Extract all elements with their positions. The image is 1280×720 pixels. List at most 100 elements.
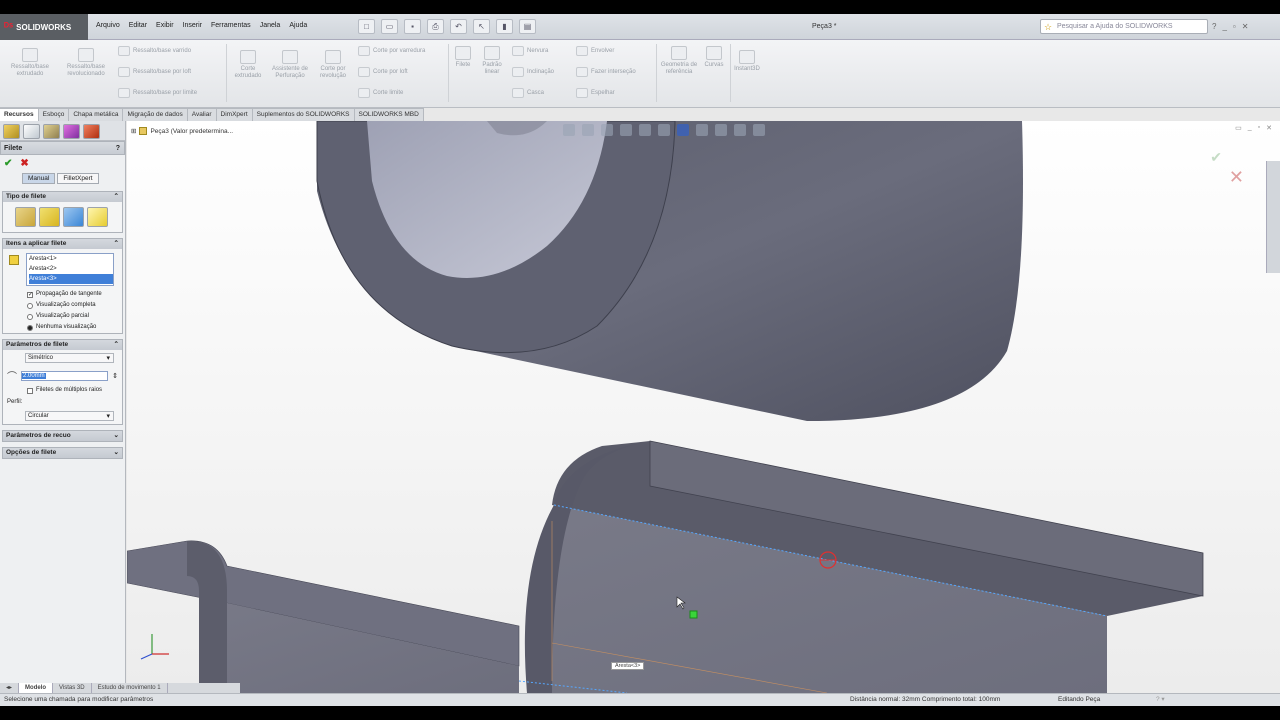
- confirm-check-icon[interactable]: ✔: [1210, 149, 1222, 166]
- checkbox-checked[interactable]: [27, 292, 33, 298]
- task-pane-tabs[interactable]: [1266, 161, 1280, 273]
- menu-ajuda[interactable]: Ajuda: [289, 22, 307, 29]
- menu-editar[interactable]: Editar: [129, 22, 147, 29]
- boundary-boss-button[interactable]: Ressalto/base por limite: [118, 88, 197, 98]
- previous-view-icon[interactable]: [601, 124, 613, 136]
- swept-cut-button[interactable]: Corte por varredura: [358, 46, 425, 56]
- ok-check-icon[interactable]: ✔: [4, 158, 12, 169]
- solidworks-logo[interactable]: ᴰˢ SOLIDWORKS: [0, 14, 88, 40]
- radius-handle[interactable]: [689, 610, 698, 619]
- help-search-input[interactable]: ☆ Pesquisar a Ajuda do SOLIDWORKS: [1040, 19, 1208, 34]
- menu-ferramentas[interactable]: Ferramentas: [211, 22, 251, 29]
- rebuild-icon[interactable]: ▮: [496, 19, 513, 34]
- tab-chapa-metalica[interactable]: Chapa metálica: [69, 108, 124, 121]
- fillet-type-header[interactable]: Tipo de filete ⌃: [3, 192, 122, 202]
- display-style-icon[interactable]: [677, 124, 689, 136]
- viewport-close-icon[interactable]: ✕: [1266, 124, 1272, 132]
- face-fillet-icon[interactable]: [63, 207, 84, 227]
- dimxpert-manager-icon[interactable]: [63, 124, 80, 139]
- fillet-button[interactable]: Filete: [452, 46, 474, 69]
- tab-filletxpert[interactable]: FilletXpert: [57, 173, 99, 184]
- view-settings-icon[interactable]: [753, 124, 765, 136]
- constant-radius-icon[interactable]: [15, 207, 36, 227]
- boundary-cut-button[interactable]: Corte limite: [358, 88, 403, 98]
- tab-mbd[interactable]: SOLIDWORKS MBD: [354, 108, 424, 121]
- undo-icon[interactable]: ↶: [450, 19, 467, 34]
- tab-avaliar[interactable]: Avaliar: [187, 108, 217, 121]
- curves-button[interactable]: Curvas: [702, 46, 726, 69]
- graphics-area[interactable]: ⊞ Peça3 (Valor predetermina... ▭ _ ▫ ✕ ✔ …: [127, 121, 1280, 693]
- edge-selection-list[interactable]: Aresta<1> Aresta<2> Aresta<3>: [26, 253, 114, 286]
- feature-tree-flyout[interactable]: ⊞ Peça3 (Valor predetermina...: [131, 127, 233, 135]
- extrude-boss-button[interactable]: Ressalto/base extrudado: [4, 48, 56, 78]
- wrap-button[interactable]: Envolver: [576, 46, 614, 56]
- zoom-area-icon[interactable]: [582, 124, 594, 136]
- menu-inserir[interactable]: Inserir: [183, 22, 202, 29]
- items-to-fillet-header[interactable]: Itens a aplicar filete ⌃: [3, 239, 122, 249]
- configuration-manager-icon[interactable]: [43, 124, 60, 139]
- profile-select[interactable]: Circular: [25, 411, 114, 421]
- viewport-minimize-icon[interactable]: _: [1248, 124, 1252, 132]
- tab-dimxpert[interactable]: DimXpert: [216, 108, 253, 121]
- list-item[interactable]: Aresta<2>: [29, 264, 113, 274]
- nav-arrows-icon[interactable]: ◂▸: [0, 683, 20, 693]
- list-item[interactable]: Aresta<3>: [29, 274, 113, 284]
- checkbox-unchecked[interactable]: [27, 388, 33, 394]
- options-icon[interactable]: ▤: [519, 19, 536, 34]
- viewport-split-icon[interactable]: ▭: [1235, 124, 1242, 132]
- radio-unchecked[interactable]: [27, 303, 33, 309]
- property-manager-icon[interactable]: [23, 124, 40, 139]
- menu-arquivo[interactable]: Arquivo: [96, 22, 120, 29]
- edit-appearance-icon[interactable]: [715, 124, 727, 136]
- list-item[interactable]: Aresta<1>: [29, 254, 113, 264]
- preview-full-radio[interactable]: Visualização completa: [3, 300, 122, 311]
- help-icon[interactable]: ?: [116, 142, 120, 154]
- linear-pattern-button[interactable]: Padrão linear: [478, 46, 506, 76]
- tab-vistas-3d[interactable]: Vistas 3D: [53, 683, 92, 693]
- full-round-icon[interactable]: [87, 207, 108, 227]
- fillet-method-select[interactable]: Simétrico: [25, 353, 114, 363]
- status-units-icon[interactable]: ? ▾: [1156, 694, 1165, 706]
- fillet-options-header[interactable]: Opções de filete ⌄: [3, 448, 122, 458]
- zoom-to-fit-icon[interactable]: [563, 124, 575, 136]
- confirm-cancel-icon[interactable]: ✕: [1229, 167, 1244, 188]
- hole-wizard-button[interactable]: Assistente de Perfuração: [270, 50, 310, 80]
- draft-button[interactable]: Inclinação: [512, 67, 554, 77]
- print-icon[interactable]: ⎙: [427, 19, 444, 34]
- menu-janela[interactable]: Janela: [260, 22, 281, 29]
- tab-esboco[interactable]: Esboço: [38, 108, 70, 121]
- shell-button[interactable]: Casca: [512, 88, 544, 98]
- swept-boss-button[interactable]: Ressalto/base varrido: [118, 46, 191, 56]
- intersect-button[interactable]: Fazer interseção: [576, 67, 636, 77]
- mirror-button[interactable]: Espelhar: [576, 88, 615, 98]
- setback-parameters-header[interactable]: Parâmetros de recuo ⌄: [3, 431, 122, 441]
- multi-radius-checkbox[interactable]: Filetes de múltiplos raios: [3, 385, 122, 396]
- help-icon[interactable]: ?: [1212, 22, 1216, 31]
- revolve-boss-button[interactable]: Ressalto/base revolucionado: [58, 48, 114, 78]
- display-manager-icon[interactable]: [83, 124, 100, 139]
- minimize-icon[interactable]: _: [1222, 22, 1226, 31]
- apply-scene-icon[interactable]: [734, 124, 746, 136]
- tab-migracao-de-dados[interactable]: Migração de dados: [123, 108, 188, 121]
- feature-tree-icon[interactable]: [3, 124, 20, 139]
- instant3d-button[interactable]: Instant3D: [734, 50, 760, 73]
- tab-motion-study[interactable]: Estudo de movimento 1: [92, 683, 168, 693]
- radio-unchecked[interactable]: [27, 314, 33, 320]
- revolved-cut-button[interactable]: Corte por revolução: [313, 50, 353, 80]
- dynamic-annotation-icon[interactable]: [639, 124, 651, 136]
- radius-input[interactable]: 2.00mm: [21, 370, 109, 381]
- preview-none-radio[interactable]: Nenhuma visualização: [3, 322, 122, 333]
- view-orientation-icon[interactable]: [658, 124, 670, 136]
- restore-icon[interactable]: ▫: [1233, 22, 1236, 31]
- tab-modelo[interactable]: Modelo: [19, 683, 54, 693]
- rib-button[interactable]: Nervura: [512, 46, 548, 56]
- tab-recursos[interactable]: Recursos: [0, 108, 39, 121]
- extruded-cut-button[interactable]: Corte extrudado: [230, 50, 266, 80]
- tab-manual[interactable]: Manual: [22, 173, 56, 184]
- tab-suplementos[interactable]: Suplementos do SOLIDWORKS: [252, 108, 355, 121]
- spin-icon[interactable]: ⇕: [112, 372, 118, 380]
- viewport-restore-icon[interactable]: ▫: [1258, 124, 1260, 132]
- variable-radius-icon[interactable]: [39, 207, 60, 227]
- tangent-propagation-checkbox[interactable]: Propagação de tangente: [3, 289, 122, 300]
- fillet-parameters-header[interactable]: Parâmetros de filete ⌃: [3, 340, 122, 350]
